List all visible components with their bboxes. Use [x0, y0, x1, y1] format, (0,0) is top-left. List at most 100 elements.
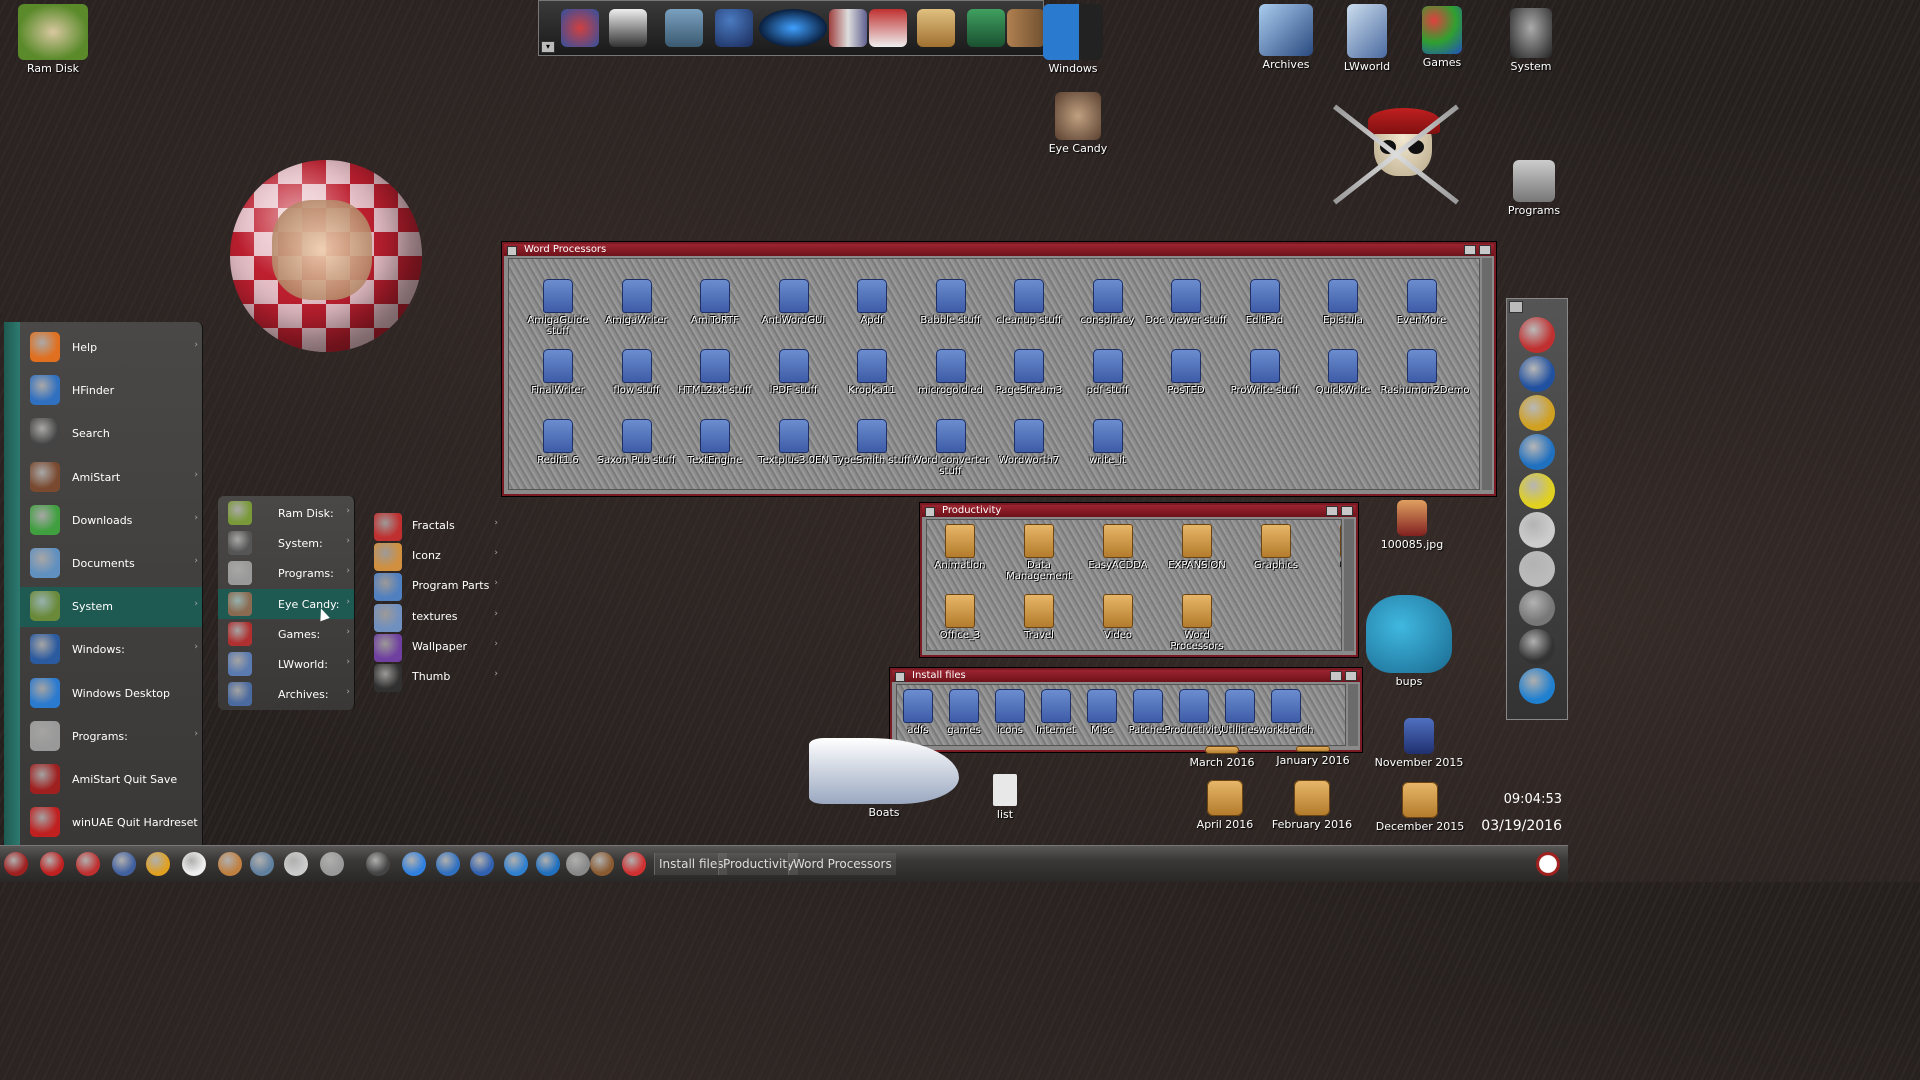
window-file-icon[interactable]: Data Management: [998, 524, 1080, 582]
start-button-icon[interactable]: [1519, 356, 1555, 392]
system-submenu-item[interactable]: System: ›: [218, 528, 354, 558]
window-file-icon[interactable]: Video: [1077, 594, 1159, 641]
desktop-icon-programs[interactable]: Programs: [1489, 160, 1579, 217]
start-menu-item[interactable]: Windows Desktop: [20, 674, 202, 714]
window-file-icon[interactable]: Wordworth7: [988, 419, 1070, 466]
desktop-icon-image-file[interactable]: 100085.jpg: [1367, 500, 1457, 551]
window-file-icon[interactable]: microgoldied: [910, 349, 992, 396]
quit-ball-icon[interactable]: [4, 852, 28, 876]
task-word-processors[interactable]: Word Processors: [788, 853, 896, 875]
vertical-scrollbar[interactable]: [1482, 258, 1492, 490]
eye-candy-submenu-item[interactable]: Program Parts ›: [370, 570, 502, 602]
window-file-icon[interactable]: TextEngine: [674, 419, 756, 466]
robot-icon[interactable]: [665, 9, 703, 47]
eye-candy-submenu-item[interactable]: Thumb ›: [370, 661, 502, 692]
eye-icon[interactable]: [759, 9, 827, 47]
desktop-icon-eye-candy[interactable]: Eye Candy: [1033, 92, 1123, 155]
eye-candy-submenu-item[interactable]: Wallpaper ›: [370, 631, 502, 662]
globe-icon[interactable]: [1519, 668, 1555, 704]
window-file-icon[interactable]: Epistula: [1302, 279, 1384, 326]
start-menu-item[interactable]: AmiStart Quit Save: [20, 760, 202, 800]
calculator-icon[interactable]: [1519, 590, 1555, 626]
window-file-icon[interactable]: Word converter stuff: [910, 419, 992, 477]
desktop-icon-archives[interactable]: Archives: [1241, 4, 1331, 71]
genie-lamp-icon[interactable]: [1519, 395, 1555, 431]
window-file-icon[interactable]: EXPANSION: [1156, 524, 1238, 571]
start-menu-item[interactable]: Search: [20, 414, 202, 454]
pen-icon[interactable]: [284, 852, 308, 876]
system-submenu-item[interactable]: LWworld: ›: [218, 649, 354, 679]
window-file-icon[interactable]: pdf stuff: [1067, 349, 1149, 396]
window-file-icon[interactable]: cleanup stuff: [988, 279, 1070, 326]
quit-ball-icon[interactable]: [1519, 317, 1555, 353]
slides-icon[interactable]: [869, 9, 907, 47]
vertical-scrollbar[interactable]: [1348, 684, 1358, 746]
yellow-spring-icon[interactable]: [1519, 473, 1555, 509]
window-file-icon[interactable]: AmigaWriter: [596, 279, 678, 326]
eye-icon[interactable]: [320, 852, 344, 876]
depth-button[interactable]: [1326, 506, 1338, 516]
depth-button[interactable]: [1330, 671, 1342, 681]
umbrella-icon[interactable]: [715, 9, 753, 47]
window-file-icon[interactable]: AntiWordGUI: [753, 279, 835, 326]
start-menu-item[interactable]: winUAE Quit Hardreset: [20, 803, 202, 843]
start-menu-item[interactable]: Documents ›: [20, 544, 202, 584]
task-productivity[interactable]: Productivity: [718, 853, 799, 875]
paper-icon[interactable]: [1519, 551, 1555, 587]
eye-candy-submenu-item[interactable]: Iconz ›: [370, 540, 502, 572]
window-file-icon[interactable]: Textplus3.0EN: [753, 419, 835, 466]
system-submenu-item[interactable]: Programs: ›: [218, 558, 354, 588]
desktop-icon-windows[interactable]: Windows: [1028, 4, 1118, 75]
eye-candy-submenu-item[interactable]: textures ›: [370, 601, 502, 632]
window-titlebar[interactable]: Word Processors: [504, 244, 1494, 256]
window-file-icon[interactable]: Saxon Pub stuff: [596, 419, 678, 466]
task-install-files[interactable]: Install files: [654, 853, 728, 875]
depth-button[interactable]: [1464, 245, 1476, 255]
window-file-icon[interactable]: FinalWriter: [517, 349, 599, 396]
window-file-icon[interactable]: Animation: [927, 524, 1001, 571]
zoom-button[interactable]: [1479, 245, 1491, 255]
at-sign-icon[interactable]: [504, 852, 528, 876]
box-icon[interactable]: [917, 9, 955, 47]
desktop-icon-ram-disk[interactable]: Ram Disk: [8, 4, 98, 75]
close-button[interactable]: [925, 507, 935, 517]
desktop-icon-february-2016[interactable]: February 2016: [1267, 780, 1357, 831]
blue-ball-icon[interactable]: [470, 852, 494, 876]
window-file-icon[interactable]: write_it: [1067, 419, 1149, 466]
start-menu-item[interactable]: Help ›: [20, 328, 202, 368]
window-file-icon[interactable]: Redit1.6: [517, 419, 599, 466]
chess-icon[interactable]: [566, 852, 590, 876]
window-file-icon[interactable]: flow stuff: [596, 349, 678, 396]
desktop-icon-april-2016[interactable]: April 2016: [1180, 780, 1270, 831]
notebook-icon[interactable]: [967, 9, 1005, 47]
power-icon[interactable]: [1519, 434, 1555, 470]
red-button-icon[interactable]: [622, 852, 646, 876]
monitor-icon[interactable]: [250, 852, 274, 876]
window-file-icon[interactable]: workbench: [1245, 689, 1327, 736]
desktop-icon-boats[interactable]: Boats: [804, 738, 964, 819]
window-file-icon[interactable]: HTML2txt stuff: [674, 349, 756, 396]
start-menu-item[interactable]: Windows: ›: [20, 630, 202, 670]
desktop-icon-list[interactable]: list: [960, 774, 1050, 821]
window-file-icon[interactable]: AmigaGuide stuff: [517, 279, 599, 337]
desktop-icon-games[interactable]: Games: [1397, 6, 1487, 69]
window-file-icon[interactable]: Travel: [998, 594, 1080, 641]
start-menu-item[interactable]: Downloads ›: [20, 501, 202, 541]
zoom-button[interactable]: [1345, 671, 1357, 681]
start-menu-item[interactable]: AmiStart ›: [20, 458, 202, 498]
clapper-icon[interactable]: [112, 852, 136, 876]
window-file-icon[interactable]: PosTED: [1145, 349, 1227, 396]
system-submenu-item[interactable]: Ram Disk: ›: [218, 498, 354, 528]
window-file-icon[interactable]: EditPad: [1224, 279, 1306, 326]
blue-ball-icon[interactable]: [402, 852, 426, 876]
globe-icon[interactable]: [536, 852, 560, 876]
desktop-icon-march-2016[interactable]: March 2016: [1177, 746, 1267, 769]
desktop-icon-november-2015[interactable]: November 2015: [1374, 718, 1464, 769]
yin-yang-icon[interactable]: [1519, 629, 1555, 665]
window-file-icon[interactable]: music: [1314, 524, 1341, 571]
close-button[interactable]: [895, 672, 905, 682]
system-submenu-item[interactable]: Archives: ›: [218, 679, 354, 709]
window-file-icon[interactable]: Apdf: [831, 279, 913, 326]
window-file-icon[interactable]: EvenMore: [1381, 279, 1463, 326]
desktop-icon-december-2015[interactable]: December 2015: [1375, 782, 1465, 833]
